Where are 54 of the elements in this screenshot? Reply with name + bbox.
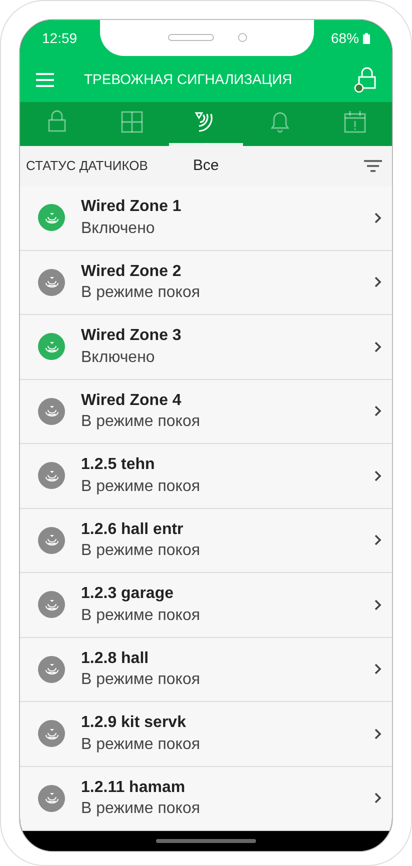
- sensor-status: В режиме покоя: [81, 670, 200, 690]
- sensor-status: В режиме покоя: [81, 412, 200, 432]
- sensor-name: 1.2.9 kit servk: [81, 713, 187, 734]
- sensor-status: Включено: [81, 218, 156, 239]
- sensor-row[interactable]: 1.2.9 kit servk В режиме покоя: [20, 702, 392, 767]
- sensor-status: В режиме покоя: [81, 606, 200, 626]
- sensor-row[interactable]: 1.2.6 hall entr В режиме покоя: [20, 508, 392, 574]
- chevron-icon: [374, 276, 382, 288]
- speaker-icon: [168, 34, 214, 41]
- sensor-name: 1.2.8 hall: [81, 648, 150, 669]
- sensor-status: В режиме покоя: [81, 734, 200, 755]
- chevron-icon: [374, 663, 382, 676]
- chevron-icon: [374, 405, 382, 418]
- sensor-row[interactable]: Wired Zone 2 В режиме покоя: [20, 250, 392, 316]
- lock-status-icon[interactable]: [354, 66, 378, 93]
- app-title: ТРЕВОЖНАЯ СИГНАЛИЗАЦИЯ: [84, 70, 292, 90]
- sensor-name: Wired Zone 4: [81, 390, 182, 411]
- sensor-name: 1.2.6 hall entr: [81, 520, 184, 540]
- sensor-name: 1.2.5 tehn: [81, 455, 156, 476]
- camera-icon: [238, 33, 246, 42]
- sensor-status: Включено: [81, 348, 156, 368]
- filter-value[interactable]: Все: [192, 154, 219, 178]
- sensor-name: Wired Zone 2: [81, 262, 182, 282]
- sensor-name: Wired Zone 1: [81, 197, 182, 218]
- sensor-row[interactable]: 1.2.8 hall В режиме покоя: [20, 638, 392, 702]
- battery-level: 68%: [330, 29, 359, 48]
- menu-icon[interactable]: [36, 72, 54, 87]
- sensor-name: Wired Zone 3: [81, 326, 182, 346]
- sensor-row[interactable]: 1.2.11 hamam В режиме покоя: [20, 766, 392, 832]
- chevron-icon: [374, 792, 382, 804]
- clock: 12:59: [42, 29, 78, 48]
- sensor-status: В режиме покоя: [81, 541, 200, 562]
- sensor-row[interactable]: 1.2.5 tehn В режиме покоя: [20, 444, 392, 509]
- sensor-name: 1.2.3 garage: [81, 584, 174, 604]
- sensor-row[interactable]: Wired Zone 3 Включено: [20, 315, 392, 380]
- chevron-icon: [374, 598, 382, 611]
- sensor-status: В режиме покоя: [81, 476, 200, 497]
- sensor-row[interactable]: Wired Zone 1 Включено: [20, 186, 392, 251]
- chevron-icon: [374, 728, 382, 740]
- sensor-status: В режиме покоя: [81, 799, 200, 820]
- chevron-icon: [374, 534, 382, 546]
- home-indicator[interactable]: [156, 839, 256, 844]
- sensor-status: В режиме покоя: [81, 283, 200, 304]
- calendar-alert-icon: [342, 109, 368, 136]
- chevron-icon: [374, 212, 382, 224]
- section-label: СТАТУС ДАТЧИКОВ: [26, 157, 148, 176]
- sensor-name: 1.2.11 hamam: [81, 778, 186, 798]
- chevron-icon: [374, 340, 382, 353]
- chevron-icon: [374, 470, 382, 482]
- filter-icon[interactable]: [364, 158, 382, 173]
- battery-icon: [363, 33, 370, 44]
- sensor-row[interactable]: Wired Zone 4 В режиме покоя: [20, 380, 392, 444]
- sensor-row[interactable]: 1.2.3 garage В режиме покоя: [20, 573, 392, 638]
- window-icon: [118, 109, 145, 136]
